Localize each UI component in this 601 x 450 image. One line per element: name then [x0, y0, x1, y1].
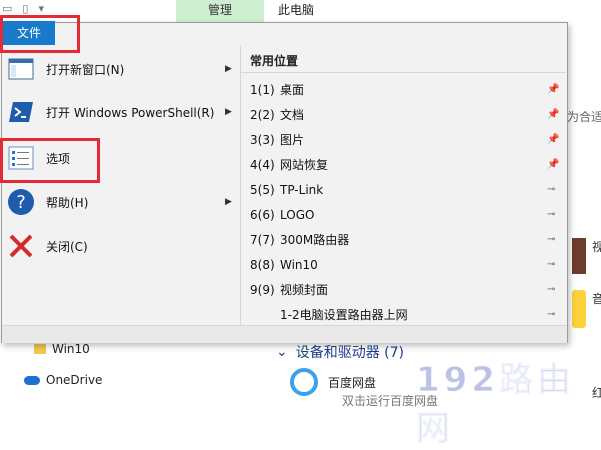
frequent-item[interactable]: 5(5) TP-Link ⊸	[250, 177, 564, 202]
menu-item-help[interactable]: ? 帮助(H) ▶	[1, 182, 239, 222]
frequent-item[interactable]: 6(6) LOGO ⊸	[250, 202, 564, 227]
unpinned-icon[interactable]: ⊸	[547, 184, 555, 195]
menu-item-new-window[interactable]: 打开新窗口(N) ▶	[1, 49, 239, 89]
item-name: 桌面	[280, 83, 305, 97]
submenu-arrow-icon: ▶	[225, 197, 232, 207]
menu-item-label: 帮助(H)	[46, 195, 89, 210]
frequent-item[interactable]: 8(8) Win10 ⊸	[250, 252, 564, 277]
nav-item-label: OneDrive	[46, 373, 103, 387]
item-name: LOGO	[280, 207, 315, 222]
baidu-label: 百度网盘	[328, 375, 377, 390]
item-name: 网站恢复	[280, 158, 329, 172]
menu-item-close[interactable]: 关闭(C)	[1, 226, 239, 266]
menu-item-label: 打开 Windows PowerShell(R)	[46, 105, 215, 120]
item-number: 2(2)	[250, 107, 275, 122]
item-number: 9(9)	[250, 282, 275, 297]
item-name: 1-2电脑设置路由器上网	[280, 308, 408, 322]
tab-manage[interactable]: 管理	[176, 0, 264, 22]
item-number: 6(6)	[250, 207, 275, 222]
item-number: 1(1)	[250, 82, 275, 97]
item-number: 7(7)	[250, 232, 275, 247]
onedrive-icon	[24, 375, 40, 385]
frequent-item[interactable]: 2(2) 文档 📌	[250, 102, 564, 127]
folder-icon	[34, 344, 46, 354]
item-name: 300M路由器	[280, 233, 350, 247]
pinned-icon[interactable]: 📌	[547, 109, 559, 120]
close-icon	[7, 232, 35, 260]
devices-section-header[interactable]: ⌄ 设备和驱动器 (7)	[276, 342, 404, 362]
menu-item-powershell[interactable]: 打开 Windows PowerShell(R) ▶	[1, 92, 239, 132]
properties-icon[interactable]: ▭	[2, 2, 12, 15]
menu-item-label: 关闭(C)	[46, 239, 88, 254]
pinned-icon[interactable]: 📌	[547, 84, 559, 95]
new-folder-icon[interactable]: ▯	[22, 2, 28, 15]
menu-footer	[2, 325, 567, 343]
header-divider	[240, 72, 566, 73]
nav-item-onedrive[interactable]: OneDrive	[24, 373, 102, 387]
frequent-item[interactable]: 4(4) 网站恢复 📌	[250, 152, 564, 177]
frequent-item[interactable]: 1(1) 桌面 📌	[250, 77, 564, 102]
item-number: 8(8)	[250, 257, 275, 272]
baidu-netdisk-icon	[290, 368, 318, 396]
unpinned-icon[interactable]: ⊸	[547, 284, 555, 295]
frequent-item[interactable]: 3(3) 图片 📌	[250, 127, 564, 152]
unpinned-icon[interactable]: ⊸	[547, 209, 555, 220]
chevron-down-icon: ⌄	[276, 344, 288, 360]
pinned-icon[interactable]: 📌	[547, 159, 559, 170]
item-name: Win10	[280, 257, 318, 272]
item-number: 5(5)	[250, 182, 275, 197]
menu-divider	[240, 45, 241, 327]
item-number: 3(3)	[250, 132, 275, 147]
unpinned-icon[interactable]: ⊸	[547, 259, 555, 270]
highlight-file-tab	[0, 15, 80, 53]
pinned-icon[interactable]: 📌	[547, 134, 559, 145]
submenu-arrow-icon: ▶	[225, 64, 232, 74]
new-window-icon	[7, 55, 35, 83]
unpinned-icon[interactable]: ⊸	[547, 309, 555, 320]
powershell-icon	[7, 98, 35, 126]
customize-dropdown-icon[interactable]: ▾	[38, 2, 44, 15]
watermark: 192路由网	[416, 360, 575, 450]
item-name: 图片	[280, 133, 305, 147]
submenu-arrow-icon: ▶	[225, 107, 232, 117]
item-name: TP-Link	[280, 182, 324, 197]
item-name: 视频封面	[280, 283, 329, 297]
quick-access-toolbar: ▭ ▯ ▾	[2, 2, 44, 15]
side-label: 音	[592, 292, 601, 306]
item-number: 4(4)	[250, 157, 275, 172]
nav-item-label: Win10	[52, 342, 90, 356]
frequent-item[interactable]: 1-2电脑设置路由器上网 ⊸	[250, 302, 564, 327]
highlight-options	[0, 138, 100, 183]
unpinned-icon[interactable]: ⊸	[547, 234, 555, 245]
window-title: 此电脑	[278, 3, 315, 17]
title-bar: ▭ ▯ ▾ 管理 此电脑	[0, 0, 601, 22]
frequent-item[interactable]: 7(7) 300M路由器 ⊸	[250, 227, 564, 252]
item-name: 文档	[280, 108, 305, 122]
music-folder-thumbnail[interactable]	[572, 290, 586, 328]
frequent-places-header: 常用位置	[250, 54, 299, 68]
background-text: 为合适	[567, 110, 601, 124]
frequent-item[interactable]: 9(9) 视频封面 ⊸	[250, 277, 564, 302]
help-icon: ?	[7, 188, 35, 216]
svg-text:?: ?	[16, 192, 26, 213]
side-label: 视	[592, 240, 601, 254]
menu-item-label: 打开新窗口(N)	[46, 62, 125, 77]
video-folder-thumbnail[interactable]	[572, 238, 586, 274]
nav-item-win10[interactable]: Win10	[34, 342, 90, 356]
